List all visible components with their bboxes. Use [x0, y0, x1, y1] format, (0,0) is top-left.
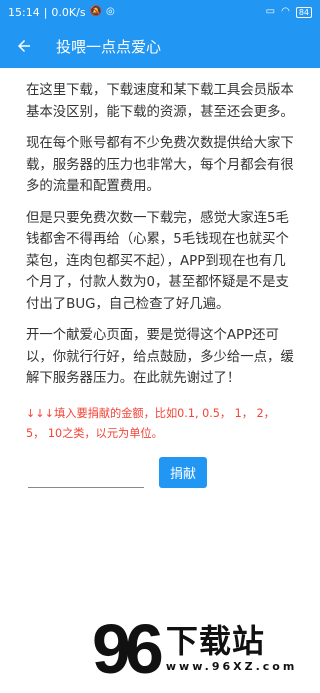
nfc-icon: ◎ [106, 6, 115, 17]
battery-icon: 84 [295, 6, 312, 18]
status-bar: 15:14 | 0.0K/s 🔕 ◎ ▭ ◠ 84 [0, 0, 320, 24]
watermark-logo: 96 下载站 www.96XZ.com [92, 604, 320, 693]
main-content: 在这里下载，下载速度和某下载工具会员版本基本没区别，能下载的资源，甚至还会更多。… [0, 68, 320, 488]
watermark-right: 下载站 www.96XZ.com [165, 622, 298, 673]
status-right: ▭ ◠ 84 [265, 6, 312, 18]
paragraph-server-cost: 现在每个账号都有不少免费次数提供给大家下载，服务器的压力也非常大，每个月都会有很… [26, 136, 294, 194]
amount-input[interactable] [28, 459, 144, 488]
paragraph-appeal: 开一个献爱心页面，要是觉得这个APP还可以，你就行行好，给点鼓励，多少给一点，缓… [26, 328, 294, 386]
status-net-speed: 0.0K/s [51, 5, 86, 19]
battery-level: 84 [298, 7, 309, 17]
page-title: 投喂一点点爱心 [56, 37, 162, 56]
paragraph-complaint: 但是只要免费次数一下载完，感觉大家连5毛钱都舍不得再给（心累，5毛钱现在也就买个… [26, 210, 289, 312]
sim-icon: ▭ [265, 6, 276, 17]
mute-icon: 🔕 [89, 6, 103, 17]
paragraph-intro: 在这里下载，下载速度和某下载工具会员版本基本没区别，能下载的资源，甚至还会更多。 [26, 83, 294, 120]
status-time: 15:14 [8, 5, 40, 19]
watermark-text: 下载站 [165, 622, 265, 661]
app-bar: 投喂一点点爱心 [0, 24, 320, 68]
watermark-number: 96 [92, 609, 164, 688]
watermark-url: www.96XZ.com [165, 659, 298, 673]
status-separator: | [43, 5, 48, 19]
wifi-icon: ◠ [281, 6, 290, 17]
donate-button[interactable]: 捐献 [159, 456, 207, 488]
donation-row: 捐献 [26, 456, 294, 488]
donation-hint: ↓↓↓填入要捐献的金额，比如0.1, 0.5， 1， 2， 5， 10之类，以元… [26, 406, 275, 440]
status-left: 15:14 | 0.0K/s 🔕 ◎ [8, 6, 115, 19]
back-arrow-icon[interactable] [12, 34, 36, 58]
